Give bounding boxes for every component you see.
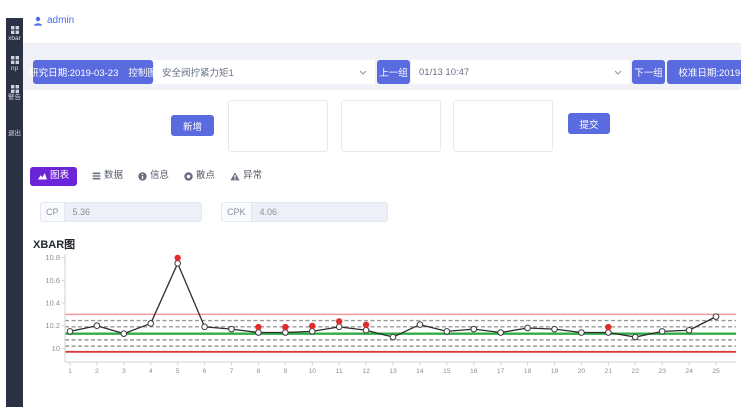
sidebar-item-label: 警告: [8, 95, 21, 102]
svg-text:6: 6: [203, 368, 207, 375]
svg-text:20: 20: [578, 368, 586, 375]
grid-icon: [11, 56, 19, 64]
svg-text:10: 10: [52, 344, 60, 353]
tab-label: 散点: [196, 171, 215, 181]
user-menu[interactable]: admin: [33, 15, 74, 26]
svg-text:10.6: 10.6: [45, 276, 60, 285]
chevron-down-icon: [359, 70, 367, 75]
tab-info[interactable]: 信息: [138, 171, 169, 181]
tab-label: 数据: [104, 171, 123, 181]
cp-label: CP: [41, 203, 65, 221]
tab-label: 信息: [150, 171, 169, 181]
add-button[interactable]: 新增: [171, 115, 214, 136]
user-icon: [33, 16, 43, 26]
tab-abnormal[interactable]: 异常: [230, 171, 262, 181]
input-box-3[interactable]: [453, 100, 553, 152]
svg-text:19: 19: [551, 368, 559, 375]
svg-text:7: 7: [230, 368, 234, 375]
app-root: xbar np 警告 退出 admin 研究日期:2019-03-23 控制图 …: [0, 0, 741, 407]
tab-data[interactable]: 数据: [92, 171, 123, 181]
svg-text:2: 2: [95, 368, 99, 375]
svg-text:3: 3: [122, 368, 126, 375]
sidebar-item-np[interactable]: np: [11, 56, 19, 73]
group-select-value: 01/13 10:47: [419, 67, 469, 78]
svg-text:1: 1: [68, 368, 72, 375]
svg-text:17: 17: [497, 368, 505, 375]
submit-button-label: 提交: [579, 117, 598, 131]
sidebar-item-label: 退出: [8, 131, 21, 138]
grid-icon: [11, 85, 19, 93]
svg-text:8: 8: [257, 368, 261, 375]
scatter-icon: [184, 172, 193, 181]
svg-text:10.4: 10.4: [45, 299, 60, 308]
sidebar-item-label: xbar: [8, 36, 21, 43]
chevron-down-icon: [614, 70, 622, 75]
tab-label: 图表: [50, 171, 69, 181]
grid-icon: [11, 26, 19, 34]
svg-text:23: 23: [658, 368, 666, 375]
svg-text:24: 24: [685, 368, 693, 375]
xbar-control-chart: 1010.210.410.610.81234567891011121314151…: [0, 238, 741, 388]
sidebar-item-warning[interactable]: 警告: [8, 85, 21, 102]
warning-icon: [230, 172, 240, 181]
svg-text:15: 15: [443, 368, 451, 375]
study-date-label: 研究日期:2019-03-23: [29, 65, 118, 79]
tab-bar: 图表 数据 信息 散点 异常: [30, 166, 262, 186]
list-icon: [92, 172, 101, 180]
topbar: admin: [23, 0, 741, 44]
user-name: admin: [47, 15, 74, 26]
tab-scatter[interactable]: 散点: [184, 171, 215, 181]
svg-text:13: 13: [389, 368, 397, 375]
prev-group-label: 上一组: [379, 65, 408, 79]
svg-text:16: 16: [470, 368, 478, 375]
control-chart-label: 控制图: [128, 65, 157, 79]
calibration-date-button[interactable]: 校准日期:2019-06-19: [667, 60, 741, 84]
svg-text:10: 10: [308, 368, 316, 375]
cpk-field: CPK 4.06: [221, 202, 388, 222]
submit-button[interactable]: 提交: [568, 113, 610, 134]
tab-chart[interactable]: 图表: [30, 167, 77, 186]
svg-text:18: 18: [524, 368, 532, 375]
part-select-value: 安全阀拧紧力矩1: [162, 65, 234, 79]
svg-text:10.2: 10.2: [45, 321, 60, 330]
next-group-button[interactable]: 下一组: [632, 60, 665, 84]
svg-text:10.8: 10.8: [45, 253, 60, 262]
info-icon: [138, 172, 147, 181]
tab-label: 异常: [243, 171, 262, 181]
prev-group-button[interactable]: 上一组: [377, 60, 410, 84]
sidebar-item-label: np: [11, 66, 18, 73]
next-group-label: 下一组: [634, 65, 663, 79]
svg-text:11: 11: [336, 368, 343, 375]
svg-text:21: 21: [605, 368, 613, 375]
study-date-button[interactable]: 研究日期:2019-03-23 控制图: [33, 60, 153, 84]
cp-field: CP 5.36: [40, 202, 202, 222]
chart-icon: [38, 172, 47, 180]
svg-text:14: 14: [416, 368, 424, 375]
add-button-label: 新增: [183, 119, 202, 133]
svg-text:25: 25: [712, 368, 720, 375]
svg-text:12: 12: [362, 368, 370, 375]
calibration-date-label: 校准日期:2019-06-19: [678, 65, 741, 79]
cpk-label: CPK: [222, 203, 252, 221]
sidebar-item-xbar[interactable]: xbar: [8, 26, 21, 43]
part-select[interactable]: 安全阀拧紧力矩1: [154, 60, 375, 84]
cp-value: 5.36: [65, 207, 99, 217]
cpk-value: 4.06: [252, 207, 286, 217]
input-box-2[interactable]: [341, 100, 441, 152]
group-select[interactable]: 01/13 10:47: [411, 60, 630, 84]
svg-text:9: 9: [283, 368, 287, 375]
svg-text:4: 4: [149, 368, 153, 375]
svg-text:5: 5: [176, 368, 180, 375]
input-box-1[interactable]: [228, 100, 328, 152]
svg-text:22: 22: [631, 368, 639, 375]
sidebar-item-logout[interactable]: 退出: [8, 131, 21, 138]
